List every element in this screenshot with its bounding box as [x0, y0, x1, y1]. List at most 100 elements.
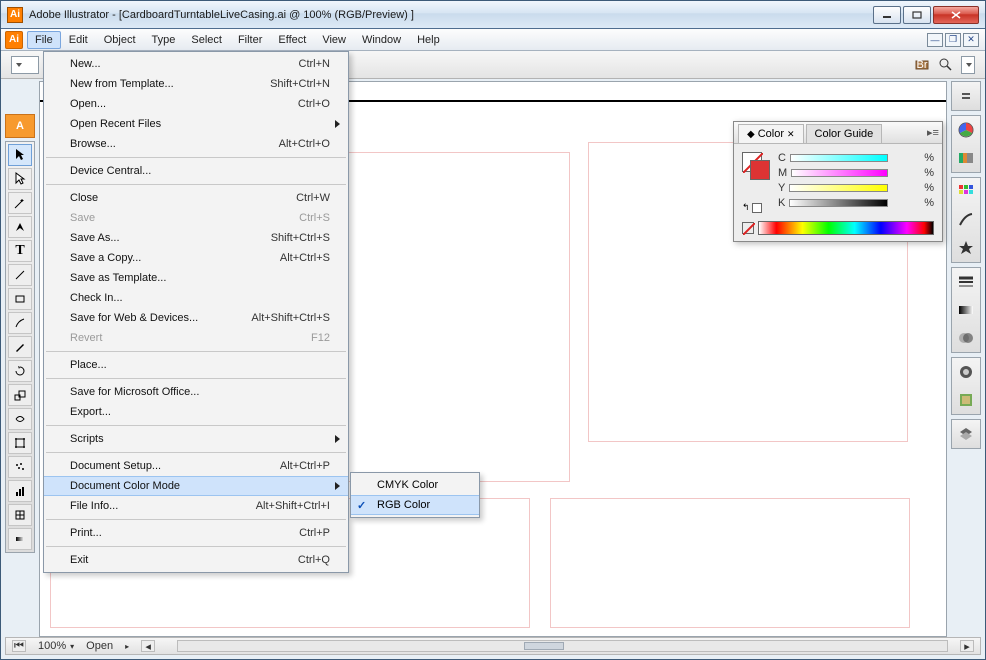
menu-item-save-as-template[interactable]: Save as Template... — [44, 268, 348, 288]
scroll-left-button[interactable]: ◂ — [141, 640, 155, 652]
scrollbar-thumb[interactable] — [524, 642, 564, 650]
menu-item-open[interactable]: Open...Ctrl+O — [44, 94, 348, 114]
menu-file[interactable]: File — [27, 31, 61, 49]
menu-item-document-setup[interactable]: Document Setup...Alt+Ctrl+P — [44, 456, 348, 476]
menu-item-place[interactable]: Place... — [44, 355, 348, 375]
color-spectrum[interactable] — [758, 221, 934, 235]
last-color-icon[interactable]: ↰ — [742, 202, 750, 213]
tools-collapse-icon[interactable] — [955, 85, 977, 107]
magic-wand-tool[interactable] — [8, 192, 32, 214]
graphic-styles-panel-icon[interactable] — [955, 389, 977, 411]
menu-filter[interactable]: Filter — [230, 31, 270, 49]
document-minimize-button[interactable]: — — [927, 33, 943, 47]
brushes-panel-icon[interactable] — [955, 209, 977, 231]
symbol-sprayer-tool[interactable] — [8, 456, 32, 478]
panel-menu-icon[interactable]: ▸≡ — [924, 122, 942, 143]
symbols-panel-icon[interactable] — [955, 237, 977, 259]
menu-item-document-color-mode[interactable]: Document Color Mode — [44, 476, 348, 496]
menu-effect[interactable]: Effect — [270, 31, 314, 49]
menu-view[interactable]: View — [314, 31, 354, 49]
type-tool[interactable]: T — [8, 240, 32, 262]
tools-panel-tab[interactable]: A — [5, 114, 35, 138]
color-panel-icon[interactable] — [955, 119, 977, 141]
color-panel[interactable]: ◆ Color ✕ Color Guide ▸≡ ↰ C% M% Y% K% — [733, 121, 943, 242]
color-slider-c[interactable]: C% — [778, 152, 934, 164]
rectangle-tool[interactable] — [8, 288, 32, 310]
submenu-arrow-icon — [335, 482, 340, 490]
gradient-tool[interactable] — [8, 528, 32, 550]
menu-item-open-recent-files[interactable]: Open Recent Files — [44, 114, 348, 134]
bridge-icon[interactable]: Br — [913, 56, 931, 74]
titlebar[interactable]: Ai Adobe Illustrator - [CardboardTurntab… — [1, 1, 985, 29]
gradient-panel-icon[interactable] — [955, 299, 977, 321]
horizontal-scrollbar[interactable] — [177, 640, 948, 652]
menu-item-print[interactable]: Print...Ctrl+P — [44, 523, 348, 543]
menu-item-close[interactable]: CloseCtrl+W — [44, 188, 348, 208]
warp-tool[interactable] — [8, 408, 32, 430]
menu-item-new[interactable]: New...Ctrl+N — [44, 54, 348, 74]
submenu-item-cmyk-color[interactable]: CMYK Color — [351, 475, 479, 495]
tab-color-guide[interactable]: Color Guide — [806, 124, 883, 143]
appearance-panel-icon[interactable] — [955, 361, 977, 383]
menu-item-scripts[interactable]: Scripts — [44, 429, 348, 449]
transparency-panel-icon[interactable] — [955, 327, 977, 349]
submenu-item-rgb-color[interactable]: ✓RGB Color — [351, 495, 479, 515]
menu-item-export[interactable]: Export... — [44, 402, 348, 422]
direct-selection-tool[interactable] — [8, 168, 32, 190]
close-icon[interactable]: ✕ — [787, 129, 795, 140]
menu-help[interactable]: Help — [409, 31, 448, 49]
default-fill-swatch[interactable] — [752, 203, 762, 213]
menu-item-save-a-copy[interactable]: Save a Copy...Alt+Ctrl+S — [44, 248, 348, 268]
paintbrush-tool[interactable] — [8, 312, 32, 334]
window-maximize-button[interactable] — [903, 6, 931, 24]
graph-tool[interactable] — [8, 480, 32, 502]
menu-item-exit[interactable]: ExitCtrl+Q — [44, 550, 348, 570]
menu-item-file-info[interactable]: File Info...Alt+Shift+Ctrl+I — [44, 496, 348, 516]
menu-item-new-from-template[interactable]: New from Template...Shift+Ctrl+N — [44, 74, 348, 94]
layers-panel-icon[interactable] — [955, 423, 977, 445]
zoom-level-select[interactable]: 100% ▾ — [38, 640, 74, 652]
selection-tool[interactable] — [8, 144, 32, 166]
fill-stroke-swatch[interactable] — [742, 152, 770, 196]
document-close-button[interactable]: ✕ — [963, 33, 979, 47]
menu-item-check-in[interactable]: Check In... — [44, 288, 348, 308]
scale-tool[interactable] — [8, 384, 32, 406]
zoom-icon[interactable] — [937, 56, 955, 74]
rotate-tool[interactable] — [8, 360, 32, 382]
stroke-panel-icon[interactable] — [955, 271, 977, 293]
free-transform-tool[interactable] — [8, 432, 32, 454]
color-guide-panel-icon[interactable] — [955, 147, 977, 169]
window-minimize-button[interactable] — [873, 6, 901, 24]
first-page-button[interactable]: ⏮ — [12, 640, 26, 652]
menu-item-save-as[interactable]: Save As...Shift+Ctrl+S — [44, 228, 348, 248]
menu-separator — [46, 546, 346, 547]
menu-separator — [46, 157, 346, 158]
menu-select[interactable]: Select — [183, 31, 230, 49]
menu-item-save-for-microsoft-office[interactable]: Save for Microsoft Office... — [44, 382, 348, 402]
menu-edit[interactable]: Edit — [61, 31, 96, 49]
pen-tool[interactable] — [8, 216, 32, 238]
menu-item-revert: RevertF12 — [44, 328, 348, 348]
color-slider-k[interactable]: K% — [778, 197, 934, 209]
pencil-tool[interactable] — [8, 336, 32, 358]
menu-type[interactable]: Type — [144, 31, 184, 49]
menu-item-browse[interactable]: Browse...Alt+Ctrl+O — [44, 134, 348, 154]
illustrator-app-menu[interactable]: Ai — [5, 31, 23, 49]
menu-window[interactable]: Window — [354, 31, 409, 49]
mesh-tool[interactable] — [8, 504, 32, 526]
object-type-select[interactable] — [11, 56, 39, 74]
swatches-panel-icon[interactable] — [955, 181, 977, 203]
color-slider-y[interactable]: Y% — [778, 182, 934, 194]
menu-item-save-for-web-devices[interactable]: Save for Web & Devices...Alt+Shift+Ctrl+… — [44, 308, 348, 328]
line-tool[interactable] — [8, 264, 32, 286]
none-color-swatch[interactable] — [742, 222, 754, 234]
status-info-dropdown[interactable]: ▸ — [125, 642, 129, 651]
menu-item-device-central[interactable]: Device Central... — [44, 161, 348, 181]
menu-object[interactable]: Object — [96, 31, 144, 49]
scroll-right-button[interactable]: ▸ — [960, 640, 974, 652]
window-close-button[interactable] — [933, 6, 979, 24]
document-restore-button[interactable]: ❐ — [945, 33, 961, 47]
workspace-dropdown[interactable] — [961, 56, 975, 74]
color-slider-m[interactable]: M% — [778, 167, 934, 179]
tab-color[interactable]: ◆ Color ✕ — [738, 124, 804, 143]
